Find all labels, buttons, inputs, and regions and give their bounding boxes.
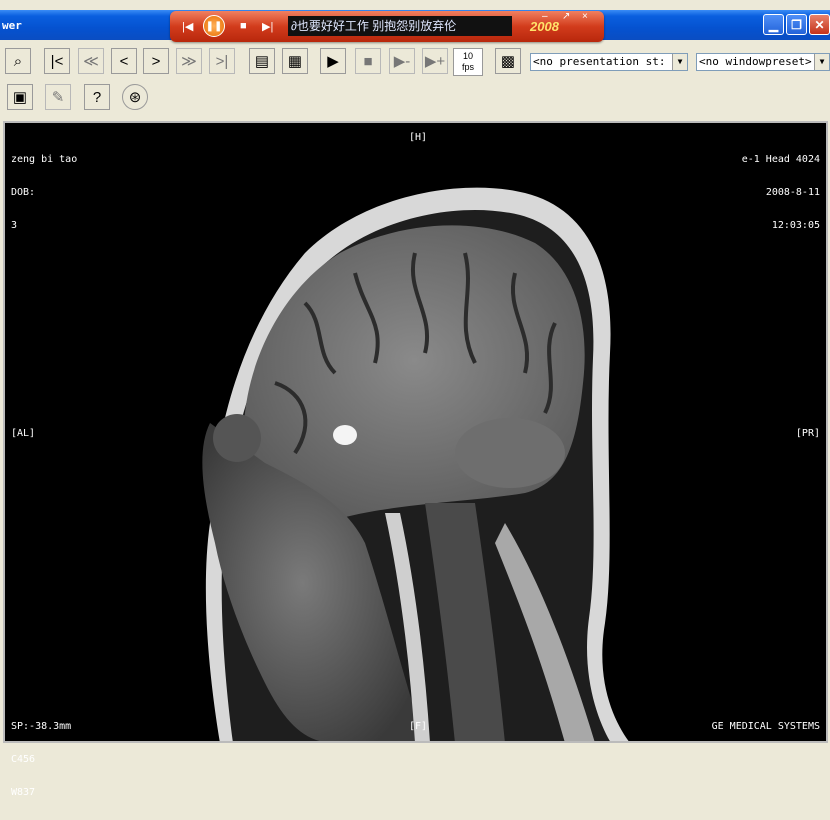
maximize-button[interactable]: ❐ — [786, 14, 807, 35]
media-minimize-icon[interactable]: – — [542, 11, 548, 22]
minimize-button[interactable]: ▁ — [763, 14, 784, 35]
previous-track-icon[interactable]: |◀ — [182, 20, 193, 33]
patient-info-block: zeng bi tao DOB: 3 — [11, 132, 77, 253]
next-icon: > — [151, 52, 161, 70]
patient-extra: 3 — [11, 220, 18, 231]
previous-frame-button[interactable]: < — [111, 48, 137, 74]
media-restore-icon[interactable]: ↗ — [562, 11, 570, 22]
next-track-icon[interactable]: ▶| — [262, 20, 273, 33]
cine-settings-button[interactable]: ▩ — [495, 48, 521, 74]
fps-value: 10 — [462, 51, 473, 61]
window-controls: ▁ ❐ ✕ — [763, 14, 830, 35]
series-description: e-1 Head 4024 — [741, 154, 820, 165]
study-info-block: e-1 Head 4024 2008-8-11 12:03:05 — [742, 132, 820, 253]
last-frame-button[interactable]: >| — [209, 48, 235, 74]
media-player-bar: |◀ ❚❚ ■ ▶| ∂也要好好工作 别抱怨别放弃伦 2008 – ↗ × — [170, 11, 604, 42]
window-width: W837 — [11, 787, 36, 798]
play-plus-icon: ▶+ — [424, 53, 446, 70]
document-icon: ▣ — [12, 89, 28, 106]
edit-icon: ✎ — [51, 89, 65, 106]
series-list-button[interactable]: ▣ — [7, 84, 33, 110]
first-frame-button[interactable]: |< — [44, 48, 70, 74]
rewind-icon: ≪ — [83, 53, 99, 70]
acquisition-info-block: SP:-38.3mm C456 W837 — [11, 699, 71, 820]
film-strip-icon: ▩ — [500, 53, 516, 70]
media-close-icon[interactable]: × — [582, 11, 588, 22]
image-viewport[interactable]: zeng bi tao DOB: 3 [H] e-1 Head 4024 200… — [3, 121, 828, 798]
patient-dob: DOB: — [11, 187, 36, 198]
manufacturer-label: GE MEDICAL SYSTEMS — [711, 721, 820, 732]
toolbar-row-2: ▣ ✎ ? ⊛ — [0, 78, 830, 116]
study-date: 2008-8-11 — [765, 187, 820, 198]
zoom-search-button[interactable]: ⌕ — [5, 48, 31, 74]
speed-up-button[interactable]: ▶+ — [422, 48, 448, 74]
ge-logo-button[interactable]: ⊛ — [122, 84, 148, 110]
study-time: 12:03:05 — [771, 220, 820, 231]
layout-rows-icon: ▤ — [254, 53, 270, 70]
slice-position: SP:-38.3mm — [11, 721, 72, 732]
lyric-display: ∂也要好好工作 别抱怨别放弃伦 — [288, 16, 512, 36]
fast-forward-button[interactable]: ≫ — [176, 48, 202, 74]
play-button[interactable]: ▶ — [320, 48, 346, 74]
play-minus-icon: ▶- — [393, 53, 411, 70]
fps-unit: fps — [461, 62, 474, 72]
next-frame-button[interactable]: > — [143, 48, 169, 74]
speed-down-button[interactable]: ▶- — [389, 48, 415, 74]
pause-button[interactable]: ❚❚ — [203, 15, 225, 37]
orientation-top: [H] — [409, 132, 428, 143]
window-center: C456 — [11, 754, 36, 765]
magnifier-icon: ⌕ — [13, 52, 23, 70]
orientation-left: [AL] — [11, 428, 36, 439]
mri-sagittal-image — [202, 187, 629, 741]
orientation-bottom: [F] — [409, 721, 428, 732]
window-title: wer — [2, 19, 22, 32]
play-icon: ▶ — [327, 53, 339, 70]
chevron-down-icon[interactable]: ▼ — [814, 54, 829, 70]
patient-name: zeng bi tao — [11, 154, 78, 165]
layout-rows-button[interactable]: ▤ — [249, 48, 275, 74]
chevron-down-icon[interactable]: ▼ — [672, 54, 687, 70]
presentation-state-select[interactable]: <no presentation st: ▼ — [530, 53, 688, 71]
close-button[interactable]: ✕ — [809, 14, 830, 35]
toolbar-row-1: ⌕ |< ≪ < > ≫ >| ▤ ▦ ▶ ■ ▶- ▶+ 10 fps ▩ <… — [0, 42, 830, 78]
previous-icon: < — [119, 52, 129, 70]
last-frame-icon: >| — [215, 52, 229, 70]
rewind-button[interactable]: ≪ — [78, 48, 104, 74]
fast-forward-icon: ≫ — [181, 53, 197, 70]
ge-logo-icon: ⊛ — [128, 89, 142, 106]
stop-icon[interactable]: ■ — [240, 20, 247, 32]
layout-grid-icon: ▦ — [287, 53, 303, 70]
orientation-right: [PR] — [795, 428, 820, 439]
layout-grid-button[interactable]: ▦ — [282, 48, 308, 74]
help-icon: ? — [92, 88, 102, 106]
window-preset-select[interactable]: <no windowpreset> ▼ — [696, 53, 830, 71]
stop-button[interactable]: ■ — [355, 48, 381, 74]
stop-icon: ■ — [363, 52, 373, 70]
window-preset-value: <no windowpreset> — [699, 55, 812, 68]
fps-display: 10 fps — [453, 48, 483, 76]
help-button[interactable]: ? — [84, 84, 110, 110]
first-frame-icon: |< — [50, 52, 64, 70]
annotate-button[interactable]: ✎ — [45, 84, 71, 110]
presentation-state-value: <no presentation st: — [533, 55, 666, 68]
